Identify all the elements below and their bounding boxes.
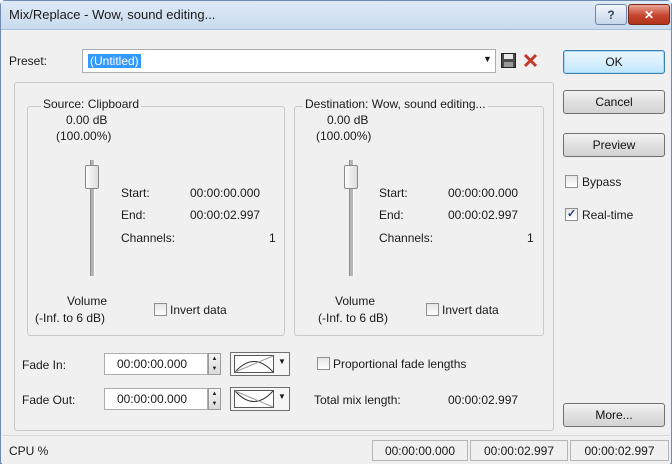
total-mix-length-label: Total mix length: <box>314 393 401 407</box>
fade-in-curve-dropdown[interactable]: ▼ <box>230 352 290 376</box>
source-db: 0.00 dB <box>66 113 108 127</box>
total-mix-length-value: 00:00:02.997 <box>448 393 519 407</box>
source-start-value: 00:00:00.000 <box>190 186 261 200</box>
dialog-window: Mix/Replace - Wow, sound editing... ? ✕ … <box>0 0 672 464</box>
delete-preset-icon[interactable] <box>523 53 538 68</box>
chevron-down-icon: ▼ <box>278 357 286 366</box>
spin-down-icon[interactable]: ▼ <box>209 364 220 374</box>
source-end-value: 00:00:02.997 <box>190 208 261 222</box>
dialog-body: Preset: (Untitled) ▼ OK Cancel Preview B… <box>2 30 670 435</box>
source-start-label: Start: <box>121 186 150 200</box>
more-button[interactable]: More... <box>563 403 665 427</box>
destination-start-value: 00:00:00.000 <box>448 186 519 200</box>
spin-down-icon[interactable]: ▼ <box>209 399 220 409</box>
source-end-label: End: <box>121 208 146 222</box>
chevron-down-icon: ▼ <box>278 392 286 401</box>
destination-start-label: Start: <box>379 186 408 200</box>
realtime-label: Real-time <box>582 208 634 222</box>
window-title: Mix/Replace - Wow, sound editing... <box>9 7 216 22</box>
destination-invert-label: Invert data <box>442 303 499 317</box>
fade-in-value: 00:00:00.000 <box>117 357 188 371</box>
destination-invert-checkbox[interactable] <box>426 303 439 316</box>
destination-end-value: 00:00:02.997 <box>448 208 519 222</box>
destination-volume-slider[interactable] <box>344 165 358 189</box>
spin-up-icon[interactable]: ▲ <box>209 354 220 364</box>
status-time-start: 00:00:00.000 <box>372 440 468 461</box>
title-bar[interactable]: Mix/Replace - Wow, sound editing... ? ✕ <box>1 1 671 30</box>
destination-volume-label: Volume <box>335 294 376 308</box>
source-volume-label: Volume <box>67 294 108 308</box>
fade-out-value: 00:00:00.000 <box>117 392 188 406</box>
realtime-checkbox[interactable]: ✓ <box>565 208 578 221</box>
fade-in-spinner[interactable]: ▲ ▼ <box>208 353 221 375</box>
save-preset-icon[interactable] <box>501 53 516 68</box>
fade-in-curve-icon <box>234 355 274 373</box>
source-group-title: Source: Clipboard <box>41 97 142 111</box>
source-volume-slider[interactable] <box>85 165 99 189</box>
cancel-button[interactable]: Cancel <box>563 90 665 114</box>
ok-button[interactable]: OK <box>563 50 665 74</box>
bypass-label: Bypass <box>582 175 622 189</box>
source-invert-checkbox[interactable] <box>154 303 167 316</box>
proportional-fade-label: Proportional fade lengths <box>333 357 467 371</box>
fade-out-input[interactable]: 00:00:00.000 <box>104 388 208 410</box>
source-channels-label: Channels: <box>121 231 176 245</box>
checkmark-icon: ✓ <box>567 208 577 220</box>
spin-up-icon[interactable]: ▲ <box>209 389 220 399</box>
fade-out-curve-icon <box>234 390 274 408</box>
destination-percent: (100.00%) <box>316 129 372 143</box>
destination-channels-label: Channels: <box>379 231 434 245</box>
close-icon: ✕ <box>643 7 655 22</box>
preset-value: (Untitled) <box>88 54 141 68</box>
fade-in-label: Fade In: <box>22 358 67 372</box>
help-button[interactable]: ? <box>595 4 627 25</box>
fade-out-label: Fade Out: <box>22 393 76 407</box>
destination-channels-value: 1 <box>527 231 534 245</box>
source-volume-range: (-Inf. to 6 dB) <box>35 311 106 325</box>
help-icon: ? <box>607 7 615 22</box>
status-time-length: 00:00:02.997 <box>570 440 669 461</box>
destination-group-title: Destination: Wow, sound editing... <box>303 97 488 111</box>
source-channels-value: 1 <box>269 231 276 245</box>
status-bar: CPU % 00:00:00.000 00:00:02.997 00:00:02… <box>2 435 670 464</box>
preset-label: Preset: <box>9 54 48 68</box>
fade-out-curve-dropdown[interactable]: ▼ <box>230 387 290 411</box>
preview-button[interactable]: Preview <box>563 133 665 157</box>
destination-volume-range: (-Inf. to 6 dB) <box>318 311 389 325</box>
dropdown-arrow-icon[interactable]: ▼ <box>483 54 492 64</box>
bypass-checkbox[interactable] <box>565 175 578 188</box>
source-percent: (100.00%) <box>56 129 112 143</box>
destination-end-label: End: <box>379 208 404 222</box>
preset-combobox[interactable]: (Untitled) ▼ <box>82 49 496 73</box>
fade-in-input[interactable]: 00:00:00.000 <box>104 353 208 375</box>
cpu-label: CPU % <box>9 444 49 458</box>
status-time-end: 00:00:02.997 <box>470 440 568 461</box>
source-invert-label: Invert data <box>170 303 227 317</box>
close-button[interactable]: ✕ <box>628 4 670 25</box>
proportional-fade-checkbox[interactable] <box>317 357 330 370</box>
fade-out-spinner[interactable]: ▲ ▼ <box>208 388 221 410</box>
destination-db: 0.00 dB <box>327 113 369 127</box>
